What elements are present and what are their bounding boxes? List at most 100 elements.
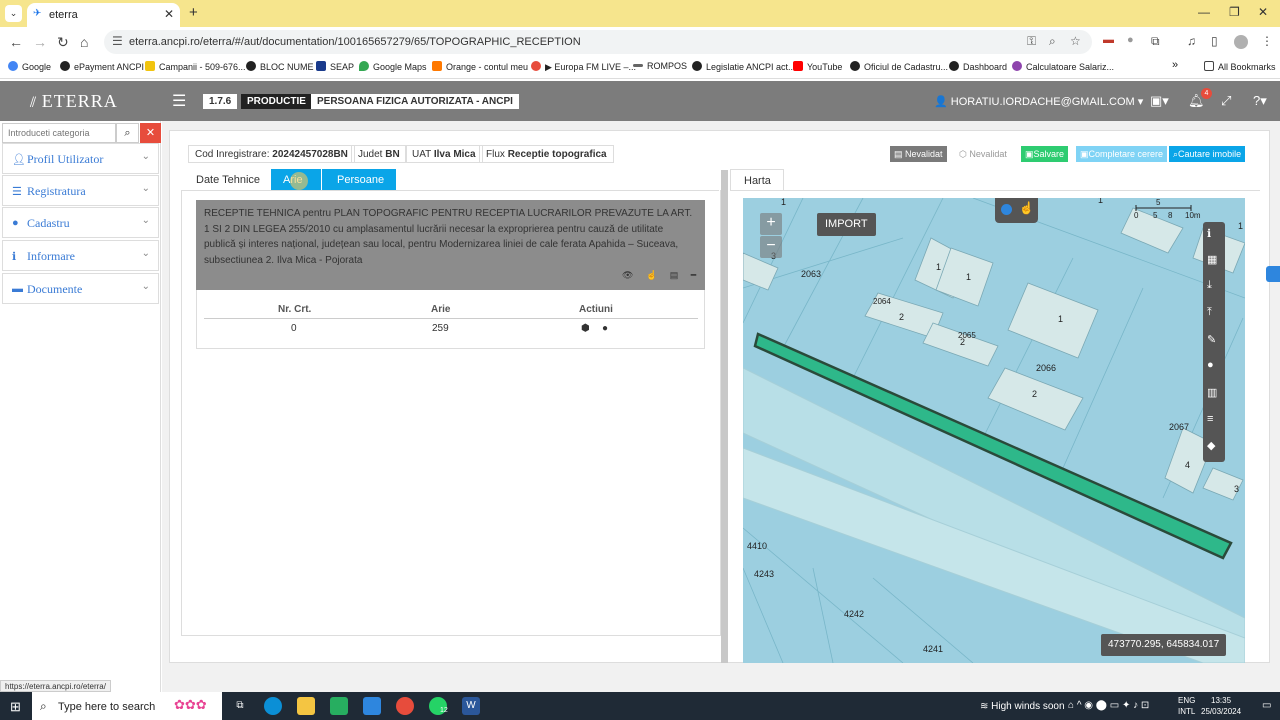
bookmark-seap[interactable]: SEAP — [316, 61, 354, 72]
building-label: 1 — [966, 272, 971, 282]
bookmark-legislatie[interactable]: Legislatie ANCPI act... — [692, 61, 796, 72]
user-menu[interactable]: 👤 HORATIU.IORDACHE@GMAIL.COM ▾ — [934, 95, 1143, 108]
bookmark-europa-fm[interactable]: ▶ Europa FM LIVE –... — [531, 61, 636, 73]
tab-date-tehnice[interactable]: Date Tehnice — [184, 169, 272, 191]
all-bookmarks[interactable]: All Bookmarks — [1204, 61, 1276, 72]
bookmark-orange[interactable]: Orange - contul meu — [432, 61, 528, 72]
row-action-globe-icon[interactable]: ● — [602, 323, 608, 334]
language-indicator[interactable]: ENG INTL — [1178, 695, 1195, 717]
home-icon[interactable]: ⌂ — [80, 34, 88, 50]
clear-search-icon[interactable]: ✕ — [140, 123, 161, 143]
completare-cerere-button[interactable]: ▣Completare cerere — [1076, 146, 1168, 162]
close-window-icon[interactable]: ✕ — [1258, 5, 1268, 19]
bookmark-youtube[interactable]: YouTube — [793, 61, 842, 72]
building-label: 4 — [1185, 460, 1190, 470]
hand-icon[interactable]: ☝ — [646, 270, 657, 280]
device-icon[interactable]: ▣▾ — [1150, 93, 1169, 109]
notifications-icon[interactable]: ▭ — [1262, 700, 1271, 711]
file-explorer-icon[interactable] — [297, 697, 315, 715]
restore-icon[interactable]: ❐ — [1229, 5, 1240, 19]
word-icon[interactable]: W — [462, 697, 480, 715]
back-icon[interactable]: ← — [9, 34, 23, 50]
upload-icon[interactable]: ⤒ — [1207, 306, 1212, 319]
new-tab-icon[interactable]: + — [189, 4, 198, 21]
salvare-button[interactable]: ▣Salvare — [1021, 146, 1069, 162]
url-field[interactable]: ☰ eterra.ancpi.ro/eterra/#/aut/documenta… — [104, 30, 1092, 54]
fullscreen-icon[interactable]: ⤢ — [1221, 93, 1231, 109]
browser-menu-icon[interactable]: ⋮ — [1261, 34, 1273, 48]
task-view-icon[interactable]: ⧉ — [231, 697, 249, 715]
close-tab-icon[interactable]: ✕ — [164, 7, 174, 21]
extensions-puzzle-icon[interactable]: ⧉ — [1151, 34, 1160, 49]
taskbar-search-box[interactable]: ⌕ Type here to search ✿✿✿ — [32, 692, 222, 720]
pencil-icon[interactable]: ✎ — [1207, 333, 1216, 346]
tab-harta[interactable]: Harta — [730, 169, 784, 191]
site-info-icon[interactable]: ☰ — [112, 34, 123, 48]
store-icon[interactable] — [330, 697, 348, 715]
globe-icon[interactable]: ● — [1207, 359, 1214, 371]
panel-splitter[interactable] — [721, 170, 728, 663]
bookmark-campanii[interactable]: Campanii - 509-676... — [145, 61, 246, 72]
info-icon[interactable]: ℹ — [1207, 227, 1211, 240]
nevalidat-button[interactable]: ▤ Nevalidat — [890, 146, 947, 162]
download-icon[interactable]: ⤓ — [1207, 279, 1212, 292]
hand-pointer-icon[interactable]: ☝ — [1019, 201, 1034, 215]
minimize-icon[interactable]: — — [1198, 5, 1210, 19]
map-icon[interactable]: ▥ — [1207, 386, 1217, 399]
bookmark-star-icon[interactable]: ☆ — [1070, 34, 1081, 48]
password-key-icon[interactable]: ⚿ — [1027, 34, 1036, 49]
weather-widget[interactable]: ≋ High winds soon — [980, 701, 1065, 712]
bookmark-oficiul[interactable]: Oficiul de Cadastru... — [850, 61, 948, 72]
sidebar-item-registratura[interactable]: ☰ Registratura ⌄ — [2, 175, 159, 206]
layers-icon[interactable]: ≡ — [1207, 413, 1213, 425]
cautare-imobile-button[interactable]: ⌕Cautare imobile — [1169, 146, 1246, 162]
import-button[interactable]: IMPORT — [817, 213, 876, 236]
extension-icon[interactable]: ▬ — [1103, 34, 1114, 46]
table-icon[interactable]: ▦ — [1207, 253, 1217, 266]
windows-start-icon[interactable]: ⊞ — [10, 699, 21, 715]
sidebar-item-cadastru[interactable]: ● Cadastru ⌄ — [2, 207, 159, 238]
edge-icon[interactable] — [264, 697, 282, 715]
profile-avatar-icon[interactable] — [1234, 35, 1248, 49]
help-icon[interactable]: ?▾ — [1253, 93, 1267, 109]
more-bookmarks-icon[interactable]: » — [1172, 59, 1178, 71]
row-action-cube-icon[interactable]: ⬢ — [581, 323, 590, 334]
sidebar-item-profil-utilizator[interactable]: 👤︎ Profil Utilizator ⌄ — [2, 143, 159, 174]
edit-document-icon[interactable]: ▤ — [670, 270, 679, 280]
clock[interactable]: 13:35 25/03/2024 — [1201, 695, 1241, 717]
side-panel-icon[interactable]: ▯ — [1211, 34, 1218, 48]
bookmark-calculatoare[interactable]: Calculatoare Salariz... — [1012, 61, 1114, 72]
zoom-in-button[interactable]: + — [760, 213, 782, 235]
minus-icon[interactable]: ━ — [691, 270, 696, 280]
zoom-icon[interactable]: ⌕ — [1049, 34, 1056, 49]
sidebar-item-informare[interactable]: ℹ Informare ⌄ — [2, 240, 159, 271]
category-search-input[interactable] — [2, 123, 116, 143]
globe-icon[interactable] — [1001, 204, 1012, 215]
eye-icon[interactable]: 👁︎ — [622, 270, 633, 280]
forward-icon[interactable]: → — [33, 34, 47, 50]
search-icon[interactable]: ⌕ — [116, 123, 139, 143]
bookmark-google-maps[interactable]: Google Maps — [359, 61, 427, 72]
zoom-out-button[interactable]: − — [760, 236, 782, 258]
browser-tab[interactable]: ✈ eterra ✕ — [27, 3, 180, 27]
chrome-icon[interactable] — [396, 697, 414, 715]
bookmark-google[interactable]: Google — [8, 61, 51, 72]
media-icon[interactable]: ♫ — [1187, 34, 1196, 48]
reload-icon[interactable]: ↻ — [57, 34, 69, 51]
extension-icon-2[interactable]: ● — [1127, 34, 1134, 46]
tag-icon[interactable]: ◆ — [1207, 439, 1215, 452]
bookmark-bloc-nume[interactable]: BLOC NUME — [246, 61, 314, 72]
system-tray-icons[interactable]: ⌂ ^ ◉ ⬤ ▭ ✦ ♪ ⊡ — [1068, 700, 1149, 711]
menu-toggle-icon[interactable]: ☰ — [172, 91, 186, 111]
tab-persoane[interactable]: Persoane — [322, 169, 396, 191]
app-logo[interactable]: ⫽ ETERRA — [30, 91, 118, 112]
bookmark-dashboard[interactable]: Dashboard — [949, 61, 1007, 72]
mail-icon[interactable] — [363, 697, 381, 715]
map-view[interactable]: 2063 2064 2065 2066 2067 4410 4243 4242 … — [743, 198, 1245, 663]
map-edge-handle-icon[interactable] — [1266, 266, 1280, 282]
sidebar-item-documente[interactable]: ▬ Documente ⌄ — [2, 273, 159, 304]
parcel-line — [743, 567, 784, 663]
tab-list-dropdown-icon[interactable]: ⌄ — [5, 5, 22, 22]
bookmark-epayment[interactable]: ePayment ANCPI — [60, 61, 144, 72]
bookmark-rompos[interactable]: ROMPOS — [633, 61, 687, 71]
